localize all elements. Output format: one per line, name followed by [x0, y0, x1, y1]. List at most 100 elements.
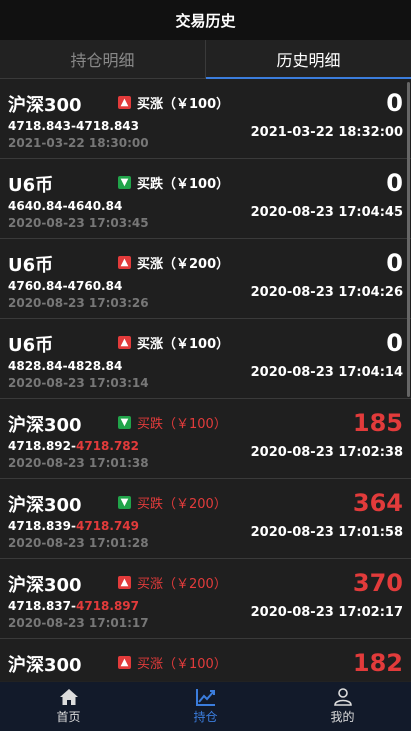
- open-price: 4718.892-: [8, 439, 76, 453]
- symbol-name: 沪深300: [8, 575, 82, 596]
- direction: ▲ 买涨（￥100）: [118, 93, 229, 112]
- close-time: 2020-08-23 17:02:38: [250, 445, 403, 460]
- direction: ▲ 买涨（￥200）: [118, 253, 229, 272]
- direction: ▲ 买涨（￥200）: [118, 573, 227, 592]
- profit-loss: 364: [352, 489, 403, 517]
- profit-loss: 0: [386, 249, 403, 277]
- direction: ▼ 买跌（￥100）: [118, 173, 229, 192]
- price-range: 4640.84-4640.84: [8, 199, 122, 213]
- close-time: 2020-08-23 17:02:17: [250, 605, 403, 620]
- arrow-down-icon: ▼: [118, 496, 131, 509]
- open-price: 4718.837-: [8, 599, 76, 613]
- direction: ▼ 买跌（￥200）: [118, 493, 227, 512]
- symbol-name: U6币: [8, 335, 54, 356]
- trade-row[interactable]: 沪深300 ▲ 买涨（￥100） 4718.843-4718.843 2021-…: [0, 79, 411, 159]
- symbol-name: 沪深300: [8, 95, 82, 116]
- close-price: 4718.782: [76, 439, 140, 453]
- open-time: 2020-08-23 17:03:45: [8, 216, 149, 230]
- arrow-up-icon: ▲: [118, 576, 131, 589]
- trade-row[interactable]: 沪深300 ▲ 买涨（￥100） 182: [0, 639, 411, 682]
- tab-positions[interactable]: 持仓明细: [0, 40, 205, 78]
- open-time: 2020-08-23 17:01:28: [8, 536, 149, 550]
- close-time: 2020-08-23 17:04:14: [250, 365, 403, 380]
- symbol-name: U6币: [8, 175, 54, 196]
- open-time: 2020-08-23 17:01:17: [8, 616, 149, 630]
- scrollbar[interactable]: [407, 82, 410, 397]
- nav-mine-label: 我的: [330, 710, 355, 724]
- tab-history[interactable]: 历史明细: [205, 40, 411, 79]
- close-time: 2020-08-23 17:01:58: [250, 525, 403, 540]
- page-title: 交易历史: [175, 11, 236, 30]
- symbol-name: 沪深300: [8, 415, 82, 436]
- arrow-down-icon: ▼: [118, 416, 131, 429]
- close-time: 2020-08-23 17:04:45: [250, 205, 403, 220]
- direction-text: 买跌（￥100）: [137, 177, 230, 192]
- price-range: 4828.84-4828.84: [8, 359, 122, 373]
- open-time: 2020-08-23 17:03:14: [8, 376, 149, 390]
- symbol-name: 沪深300: [8, 495, 82, 516]
- profit-loss: 0: [386, 89, 403, 117]
- trade-row[interactable]: 沪深300 ▼ 买跌（￥100） 4718.892-4718.782 2020-…: [0, 399, 411, 479]
- trade-row[interactable]: 沪深300 ▼ 买跌（￥200） 4718.839-4718.749 2020-…: [0, 479, 411, 559]
- price-range: 4718.843-4718.843: [8, 119, 139, 133]
- direction-text: 买涨（￥200）: [137, 577, 227, 592]
- user-icon: [333, 688, 352, 706]
- close-price: 4640.84: [67, 199, 123, 213]
- open-time: 2020-08-23 17:03:26: [8, 296, 149, 310]
- symbol-name: 沪深300: [8, 655, 82, 676]
- arrow-up-icon: ▲: [118, 96, 131, 109]
- trade-row[interactable]: 沪深300 ▲ 买涨（￥200） 4718.837-4718.897 2020-…: [0, 559, 411, 639]
- trade-row[interactable]: U6币 ▲ 买涨（￥100） 4828.84-4828.84 2020-08-2…: [0, 319, 411, 399]
- direction-text: 买涨（￥200）: [137, 257, 230, 272]
- close-price: 4760.84: [67, 279, 123, 293]
- trade-row[interactable]: U6币 ▲ 买涨（￥200） 4760.84-4760.84 2020-08-2…: [0, 239, 411, 319]
- close-price: 4828.84: [67, 359, 123, 373]
- price-range: 4718.839-4718.749: [8, 519, 139, 533]
- profit-loss: 0: [386, 329, 403, 357]
- open-time: 2021-03-22 18:30:00: [8, 136, 149, 150]
- close-price: 4718.843: [76, 119, 140, 133]
- direction-text: 买跌（￥200）: [137, 497, 227, 512]
- price-range: 4718.892-4718.782: [8, 439, 139, 453]
- profit-loss: 182: [352, 649, 403, 677]
- open-price: 4640.84-: [8, 199, 68, 213]
- open-price: 4828.84-: [8, 359, 68, 373]
- open-price: 4718.839-: [8, 519, 76, 533]
- profit-loss: 0: [386, 169, 403, 197]
- price-range: 4718.837-4718.897: [8, 599, 139, 613]
- nav-home-label: 首页: [56, 710, 81, 724]
- home-icon: [59, 689, 78, 705]
- open-price: 4760.84-: [8, 279, 68, 293]
- direction-text: 买涨（￥100）: [137, 337, 230, 352]
- close-price: 4718.897: [76, 599, 140, 613]
- open-time: 2020-08-23 17:01:38: [8, 456, 149, 470]
- arrow-up-icon: ▲: [118, 336, 131, 349]
- arrow-up-icon: ▲: [118, 656, 131, 669]
- trade-row[interactable]: U6币 ▼ 买跌（￥100） 4640.84-4640.84 2020-08-2…: [0, 159, 411, 239]
- chart-icon: [195, 689, 215, 706]
- nav-mine[interactable]: 我的: [274, 682, 411, 731]
- page-header: 交易历史: [0, 0, 411, 40]
- direction-text: 买涨（￥100）: [137, 657, 227, 672]
- profit-loss: 370: [352, 569, 403, 597]
- nav-positions-label: 持仓: [193, 710, 218, 724]
- nav-home[interactable]: 首页: [0, 682, 137, 731]
- nav-positions[interactable]: 持仓: [137, 682, 274, 731]
- history-list[interactable]: 沪深300 ▲ 买涨（￥100） 4718.843-4718.843 2021-…: [0, 79, 411, 682]
- direction: ▲ 买涨（￥100）: [118, 653, 227, 672]
- arrow-up-icon: ▲: [118, 256, 131, 269]
- bottom-nav: 首页 持仓 我的: [0, 681, 411, 731]
- arrow-down-icon: ▼: [118, 176, 131, 189]
- profit-loss: 185: [352, 409, 403, 437]
- close-time: 2021-03-22 18:32:00: [250, 125, 403, 140]
- tab-bar: 持仓明细 历史明细: [0, 40, 411, 79]
- symbol-name: U6币: [8, 255, 54, 276]
- direction-text: 买涨（￥100）: [137, 97, 230, 112]
- price-range: 4760.84-4760.84: [8, 279, 122, 293]
- close-time: 2020-08-23 17:04:26: [250, 285, 403, 300]
- close-price: 4718.749: [76, 519, 140, 533]
- direction-text: 买跌（￥100）: [137, 417, 227, 432]
- direction: ▼ 买跌（￥100）: [118, 413, 227, 432]
- open-price: 4718.843-: [8, 119, 76, 133]
- direction: ▲ 买涨（￥100）: [118, 333, 229, 352]
